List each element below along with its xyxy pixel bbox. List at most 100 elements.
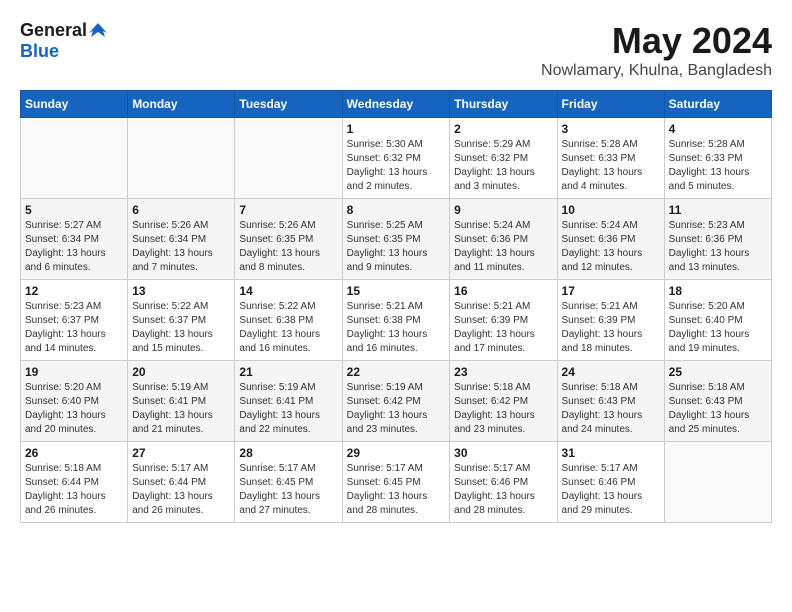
calendar-cell: 11 Sunrise: 5:23 AM Sunset: 6:36 PM Dayli…	[664, 199, 771, 280]
header-day-sunday: Sunday	[21, 91, 128, 118]
day-number: 16	[454, 284, 552, 298]
calendar-cell: 14Sunrise: 5:22 AM Sunset: 6:38 PM Dayli…	[235, 280, 342, 361]
day-info: Sunrise: 5:20 AM Sunset: 6:40 PM Dayligh…	[25, 381, 123, 437]
calendar-cell: 21 Sunrise: 5:19 AM Sunset: 6:41 PM Dayli…	[235, 361, 342, 442]
header-day-saturday: Saturday	[664, 91, 771, 118]
day-number: 14	[239, 284, 337, 298]
logo-blue-text: Blue	[20, 41, 59, 61]
day-number: 11	[669, 203, 767, 217]
day-number: 6	[132, 203, 230, 217]
day-info: Sunrise: 5:28 AM Sunset: 6:33 PM Dayligh…	[562, 138, 660, 194]
calendar-cell: 8 Sunrise: 5:25 AM Sunset: 6:35 PM Daylig…	[342, 199, 450, 280]
day-number: 2	[454, 122, 552, 136]
day-number: 5	[25, 203, 123, 217]
day-number: 31	[562, 446, 660, 460]
day-info: Sunrise: 5:26 AM Sunset: 6:34 PM Dayligh…	[132, 219, 230, 275]
calendar-week-5: 26 Sunrise: 5:18 AM Sunset: 6:44 PM Dayli…	[21, 442, 772, 523]
day-number: 12	[25, 284, 123, 298]
day-info: Sunrise: 5:24 AM Sunset: 6:36 PM Dayligh…	[562, 219, 660, 275]
calendar-cell	[21, 118, 128, 199]
header-day-monday: Monday	[128, 91, 235, 118]
calendar-cell: 27Sunrise: 5:17 AM Sunset: 6:44 PM Dayli…	[128, 442, 235, 523]
calendar-cell: 7Sunrise: 5:26 AM Sunset: 6:35 PM Daylig…	[235, 199, 342, 280]
day-info: Sunrise: 5:19 AM Sunset: 6:41 PM Dayligh…	[239, 381, 337, 437]
day-info: Sunrise: 5:22 AM Sunset: 6:37 PM Dayligh…	[132, 300, 230, 356]
header-day-wednesday: Wednesday	[342, 91, 450, 118]
day-number: 25	[669, 365, 767, 379]
calendar-cell: 31Sunrise: 5:17 AM Sunset: 6:46 PM Dayli…	[557, 442, 664, 523]
day-info: Sunrise: 5:23 AM Sunset: 6:37 PM Dayligh…	[25, 300, 123, 356]
logo-bird-icon	[89, 21, 107, 39]
calendar-cell: 22Sunrise: 5:19 AM Sunset: 6:42 PM Dayli…	[342, 361, 450, 442]
calendar-cell	[664, 442, 771, 523]
calendar-week-4: 19 Sunrise: 5:20 AM Sunset: 6:40 PM Dayli…	[21, 361, 772, 442]
day-number: 1	[347, 122, 446, 136]
day-number: 21	[239, 365, 337, 379]
day-number: 13	[132, 284, 230, 298]
day-number: 20	[132, 365, 230, 379]
day-number: 23	[454, 365, 552, 379]
day-number: 17	[562, 284, 660, 298]
day-number: 29	[347, 446, 446, 460]
calendar-cell: 29 Sunrise: 5:17 AM Sunset: 6:45 PM Dayli…	[342, 442, 450, 523]
calendar-cell: 20 Sunrise: 5:19 AM Sunset: 6:41 PM Dayli…	[128, 361, 235, 442]
day-number: 18	[669, 284, 767, 298]
day-number: 4	[669, 122, 767, 136]
day-info: Sunrise: 5:23 AM Sunset: 6:36 PM Dayligh…	[669, 219, 767, 275]
calendar-cell: 2 Sunrise: 5:29 AM Sunset: 6:32 PM Daylig…	[450, 118, 557, 199]
header-day-tuesday: Tuesday	[235, 91, 342, 118]
day-info: Sunrise: 5:19 AM Sunset: 6:42 PM Dayligh…	[347, 381, 446, 437]
calendar-cell: 12 Sunrise: 5:23 AM Sunset: 6:37 PM Dayli…	[21, 280, 128, 361]
day-number: 27	[132, 446, 230, 460]
calendar-header-row: SundayMondayTuesdayWednesdayThursdayFrid…	[21, 91, 772, 118]
calendar-cell: 13 Sunrise: 5:22 AM Sunset: 6:37 PM Dayli…	[128, 280, 235, 361]
day-number: 30	[454, 446, 552, 460]
day-info: Sunrise: 5:30 AM Sunset: 6:32 PM Dayligh…	[347, 138, 446, 194]
day-info: Sunrise: 5:28 AM Sunset: 6:33 PM Dayligh…	[669, 138, 767, 194]
calendar-cell: 3Sunrise: 5:28 AM Sunset: 6:33 PM Daylig…	[557, 118, 664, 199]
day-info: Sunrise: 5:17 AM Sunset: 6:45 PM Dayligh…	[347, 462, 446, 518]
calendar-cell	[235, 118, 342, 199]
calendar-cell: 9Sunrise: 5:24 AM Sunset: 6:36 PM Daylig…	[450, 199, 557, 280]
calendar-cell: 24Sunrise: 5:18 AM Sunset: 6:43 PM Dayli…	[557, 361, 664, 442]
day-number: 26	[25, 446, 123, 460]
day-info: Sunrise: 5:21 AM Sunset: 6:39 PM Dayligh…	[562, 300, 660, 356]
day-number: 28	[239, 446, 337, 460]
day-info: Sunrise: 5:19 AM Sunset: 6:41 PM Dayligh…	[132, 381, 230, 437]
day-number: 19	[25, 365, 123, 379]
day-info: Sunrise: 5:17 AM Sunset: 6:45 PM Dayligh…	[239, 462, 337, 518]
day-info: Sunrise: 5:25 AM Sunset: 6:35 PM Dayligh…	[347, 219, 446, 275]
day-info: Sunrise: 5:26 AM Sunset: 6:35 PM Dayligh…	[239, 219, 337, 275]
day-info: Sunrise: 5:18 AM Sunset: 6:44 PM Dayligh…	[25, 462, 123, 518]
logo-general-text: General	[20, 20, 87, 41]
day-info: Sunrise: 5:21 AM Sunset: 6:38 PM Dayligh…	[347, 300, 446, 356]
day-number: 24	[562, 365, 660, 379]
day-info: Sunrise: 5:17 AM Sunset: 6:46 PM Dayligh…	[454, 462, 552, 518]
calendar-cell: 17 Sunrise: 5:21 AM Sunset: 6:39 PM Dayli…	[557, 280, 664, 361]
header-day-thursday: Thursday	[450, 91, 557, 118]
calendar-cell: 28 Sunrise: 5:17 AM Sunset: 6:45 PM Dayli…	[235, 442, 342, 523]
calendar-week-3: 12 Sunrise: 5:23 AM Sunset: 6:37 PM Dayli…	[21, 280, 772, 361]
calendar-cell: 23 Sunrise: 5:18 AM Sunset: 6:42 PM Dayli…	[450, 361, 557, 442]
calendar-table: SundayMondayTuesdayWednesdayThursdayFrid…	[20, 90, 772, 523]
day-number: 8	[347, 203, 446, 217]
day-info: Sunrise: 5:27 AM Sunset: 6:34 PM Dayligh…	[25, 219, 123, 275]
calendar-cell: 16 Sunrise: 5:21 AM Sunset: 6:39 PM Dayli…	[450, 280, 557, 361]
day-info: Sunrise: 5:21 AM Sunset: 6:39 PM Dayligh…	[454, 300, 552, 356]
calendar-week-2: 5 Sunrise: 5:27 AM Sunset: 6:34 PM Daylig…	[21, 199, 772, 280]
main-title: May 2024	[541, 20, 772, 62]
day-info: Sunrise: 5:29 AM Sunset: 6:32 PM Dayligh…	[454, 138, 552, 194]
day-number: 15	[347, 284, 446, 298]
calendar-cell: 18 Sunrise: 5:20 AM Sunset: 6:40 PM Dayli…	[664, 280, 771, 361]
day-info: Sunrise: 5:18 AM Sunset: 6:42 PM Dayligh…	[454, 381, 552, 437]
calendar-week-1: 1 Sunrise: 5:30 AM Sunset: 6:32 PM Daylig…	[21, 118, 772, 199]
calendar-cell: 30 Sunrise: 5:17 AM Sunset: 6:46 PM Dayli…	[450, 442, 557, 523]
day-info: Sunrise: 5:20 AM Sunset: 6:40 PM Dayligh…	[669, 300, 767, 356]
header-day-friday: Friday	[557, 91, 664, 118]
title-section: May 2024 Nowlamary, Khulna, Bangladesh	[541, 20, 772, 80]
calendar-cell: 1 Sunrise: 5:30 AM Sunset: 6:32 PM Daylig…	[342, 118, 450, 199]
page-header: General Blue May 2024 Nowlamary, Khulna,…	[20, 20, 772, 80]
calendar-cell: 19 Sunrise: 5:20 AM Sunset: 6:40 PM Dayli…	[21, 361, 128, 442]
day-number: 10	[562, 203, 660, 217]
calendar-cell: 15 Sunrise: 5:21 AM Sunset: 6:38 PM Dayli…	[342, 280, 450, 361]
